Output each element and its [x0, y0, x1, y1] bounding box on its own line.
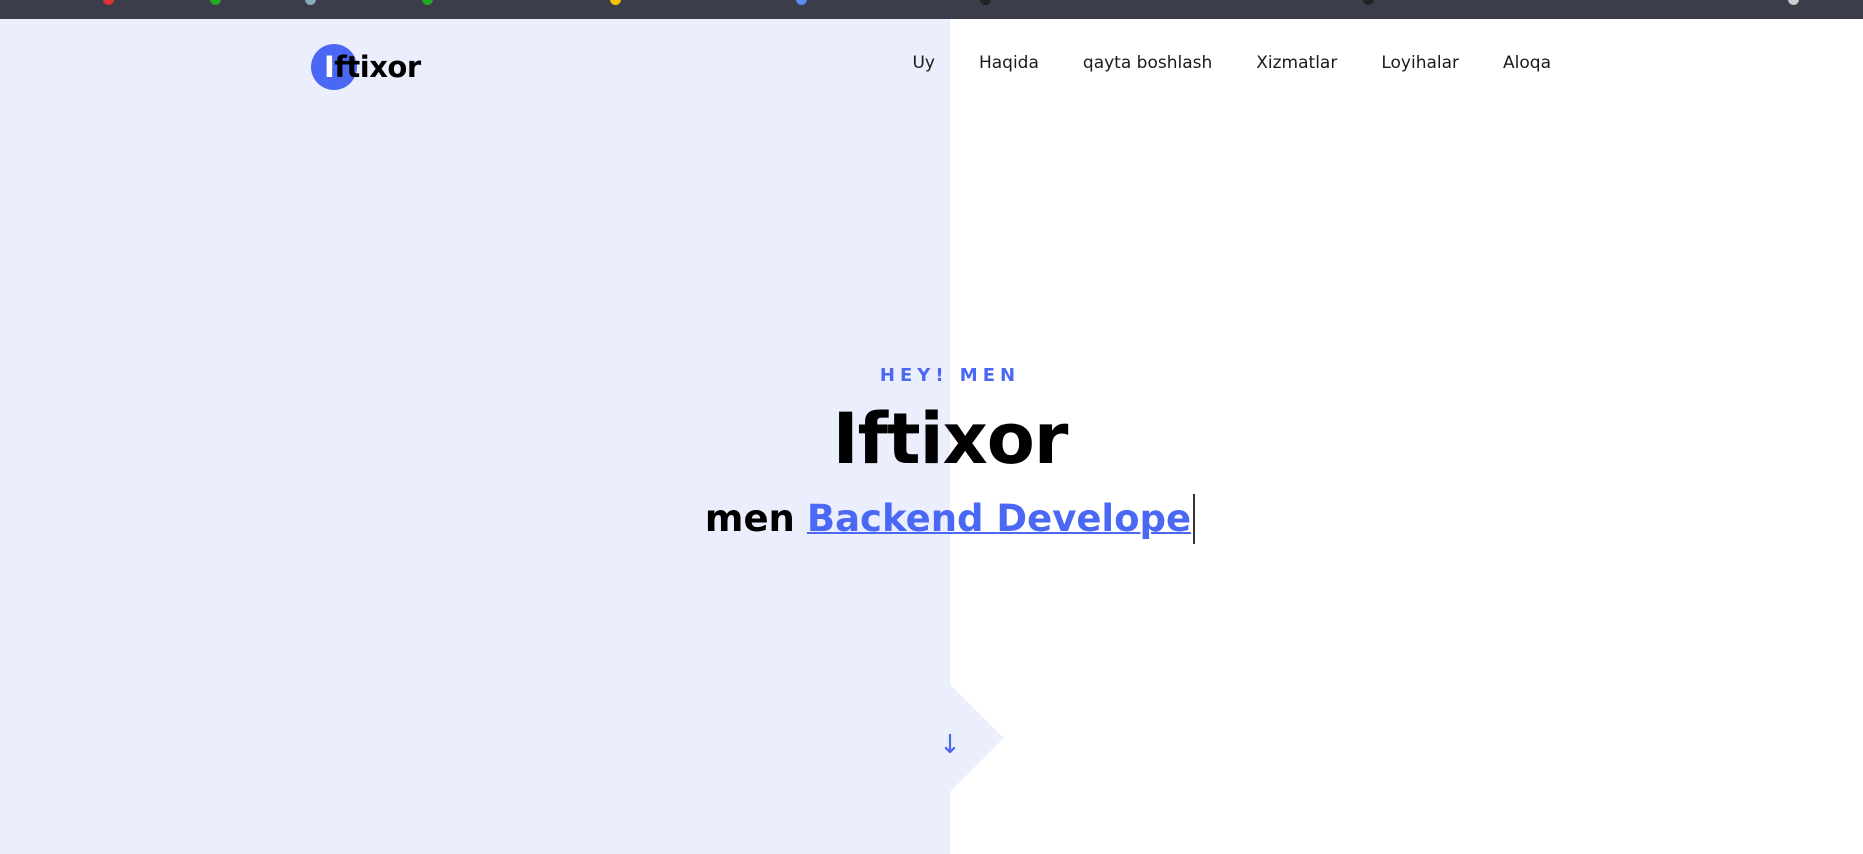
- bookmark-icon[interactable]: [210, 0, 221, 5]
- hero-role-prefix: men: [704, 497, 795, 540]
- bookmark-icon[interactable]: [422, 0, 433, 5]
- browser-bookmarks-strip: [0, 0, 1863, 19]
- arrow-down-icon: ↓: [939, 730, 961, 760]
- nav-item-uy[interactable]: Uy: [912, 53, 935, 73]
- hero-role-typed[interactable]: Backend Develope: [807, 497, 1191, 540]
- hero-section: HEY! MEN Iftixor men Backend Develope: [0, 365, 1863, 544]
- bookmark-icon[interactable]: [103, 0, 114, 5]
- logo-text: Iftixor: [311, 50, 421, 84]
- bookmark-icon[interactable]: [1363, 0, 1374, 5]
- hero-role: men Backend Develope: [704, 494, 1196, 544]
- bookmark-icon[interactable]: [610, 0, 621, 5]
- nav-item-xizmatlar[interactable]: Xizmatlar: [1256, 53, 1337, 73]
- main-nav: Uy Haqida qayta boshlash Xizmatlar Loyih…: [912, 53, 1551, 73]
- nav-item-qayta-boshlash[interactable]: qayta boshlash: [1083, 53, 1212, 73]
- hero-name: Iftixor: [832, 398, 1069, 480]
- nav-item-aloqa[interactable]: Aloqa: [1503, 53, 1551, 73]
- logo-rest: ftixor: [334, 50, 421, 84]
- scroll-down-button[interactable]: ↓: [896, 684, 1004, 792]
- nav-item-loyihalar[interactable]: Loyihalar: [1381, 53, 1459, 73]
- bookmark-icon[interactable]: [796, 0, 807, 5]
- logo-first-letter: I: [324, 50, 335, 84]
- site-logo[interactable]: Iftixor: [311, 44, 421, 90]
- bookmark-icon[interactable]: [1788, 0, 1799, 5]
- bookmark-icon[interactable]: [980, 0, 991, 5]
- nav-item-haqida[interactable]: Haqida: [979, 53, 1039, 73]
- typing-caret: [1193, 494, 1196, 544]
- hero-kicker: HEY! MEN: [879, 365, 1021, 386]
- bookmark-icon[interactable]: [305, 0, 316, 5]
